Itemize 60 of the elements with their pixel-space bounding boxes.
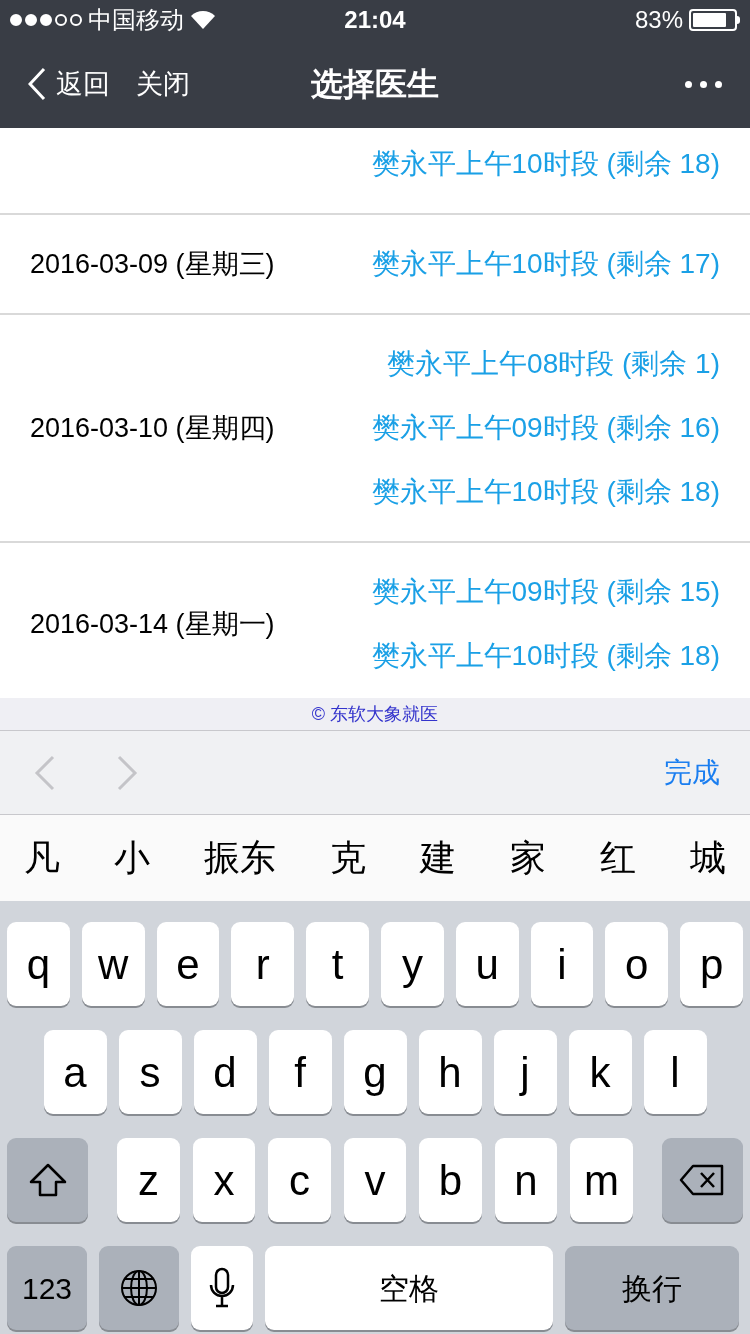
candidate-word[interactable]: 建 (420, 831, 456, 885)
delete-icon (679, 1164, 726, 1196)
back-chevron-icon (28, 67, 46, 101)
battery-percent: 83% (634, 5, 683, 35)
letter-key[interactable]: k (568, 1030, 632, 1114)
letter-key[interactable]: d (193, 1030, 257, 1114)
date-label: 2016-03-14 (星期一) (30, 607, 275, 641)
letter-key[interactable]: h (418, 1030, 482, 1114)
space-key[interactable]: 空格 (265, 1246, 553, 1330)
date-label: 2016-03-09 (星期三) (30, 247, 275, 281)
letter-key[interactable]: f (268, 1030, 332, 1114)
letter-key[interactable]: z (117, 1138, 180, 1222)
letter-key[interactable]: n (494, 1138, 558, 1222)
done-button[interactable]: 完成 (664, 751, 720, 794)
globe-icon (119, 1268, 159, 1308)
candidate-word[interactable]: 城 (690, 831, 726, 885)
back-button[interactable]: 返回 (28, 63, 110, 105)
letter-key[interactable]: w (81, 922, 145, 1006)
microphone-key[interactable] (191, 1246, 253, 1330)
shift-icon (27, 1162, 68, 1198)
battery-icon (689, 9, 740, 31)
letter-key[interactable]: q (7, 922, 70, 1006)
copyright-text: © 东软大象就医 (311, 702, 439, 726)
letter-key[interactable]: i (530, 922, 594, 1006)
microphone-icon (208, 1267, 236, 1309)
letter-key[interactable]: s (118, 1030, 182, 1114)
candidate-word[interactable]: 红 (600, 831, 636, 885)
shift-key[interactable] (7, 1138, 89, 1222)
candidate-word[interactable]: 振东 (204, 831, 276, 885)
letter-key[interactable]: p (680, 922, 743, 1006)
candidate-word[interactable]: 克 (330, 831, 366, 885)
letter-key[interactable]: b (419, 1138, 482, 1222)
close-button[interactable]: 关闭 (136, 63, 190, 105)
globe-key[interactable] (99, 1246, 179, 1330)
letter-key[interactable]: l (643, 1030, 707, 1114)
letter-key[interactable]: g (343, 1030, 407, 1114)
letter-key[interactable]: t (306, 922, 369, 1006)
wifi-icon (190, 10, 216, 30)
carrier-name: 中国移动 (88, 5, 184, 35)
candidate-word[interactable]: 家 (510, 831, 546, 885)
signal-icon (10, 14, 82, 26)
page-title: 选择医生 (311, 65, 439, 104)
letter-key[interactable]: v (343, 1138, 407, 1222)
candidate-word[interactable]: 凡 (24, 831, 60, 885)
numbers-key[interactable]: 123 (7, 1246, 87, 1330)
letter-key[interactable]: u (455, 922, 519, 1006)
letter-key[interactable]: c (268, 1138, 331, 1222)
return-key[interactable]: 换行 (565, 1246, 739, 1330)
date-label: 2016-03-10 (星期四) (30, 411, 275, 445)
letter-key[interactable]: o (605, 922, 669, 1006)
letter-key[interactable]: a (43, 1030, 107, 1114)
candidate-word[interactable]: 小 (114, 831, 150, 885)
letter-key[interactable]: j (493, 1030, 557, 1114)
letter-key[interactable]: r (231, 922, 295, 1006)
letter-key[interactable]: y (381, 922, 444, 1006)
letter-key[interactable]: e (156, 922, 220, 1006)
letter-key[interactable]: x (192, 1138, 256, 1222)
letter-key[interactable]: m (570, 1138, 633, 1222)
status-time: 21:04 (344, 5, 406, 35)
delete-key[interactable] (661, 1138, 744, 1222)
